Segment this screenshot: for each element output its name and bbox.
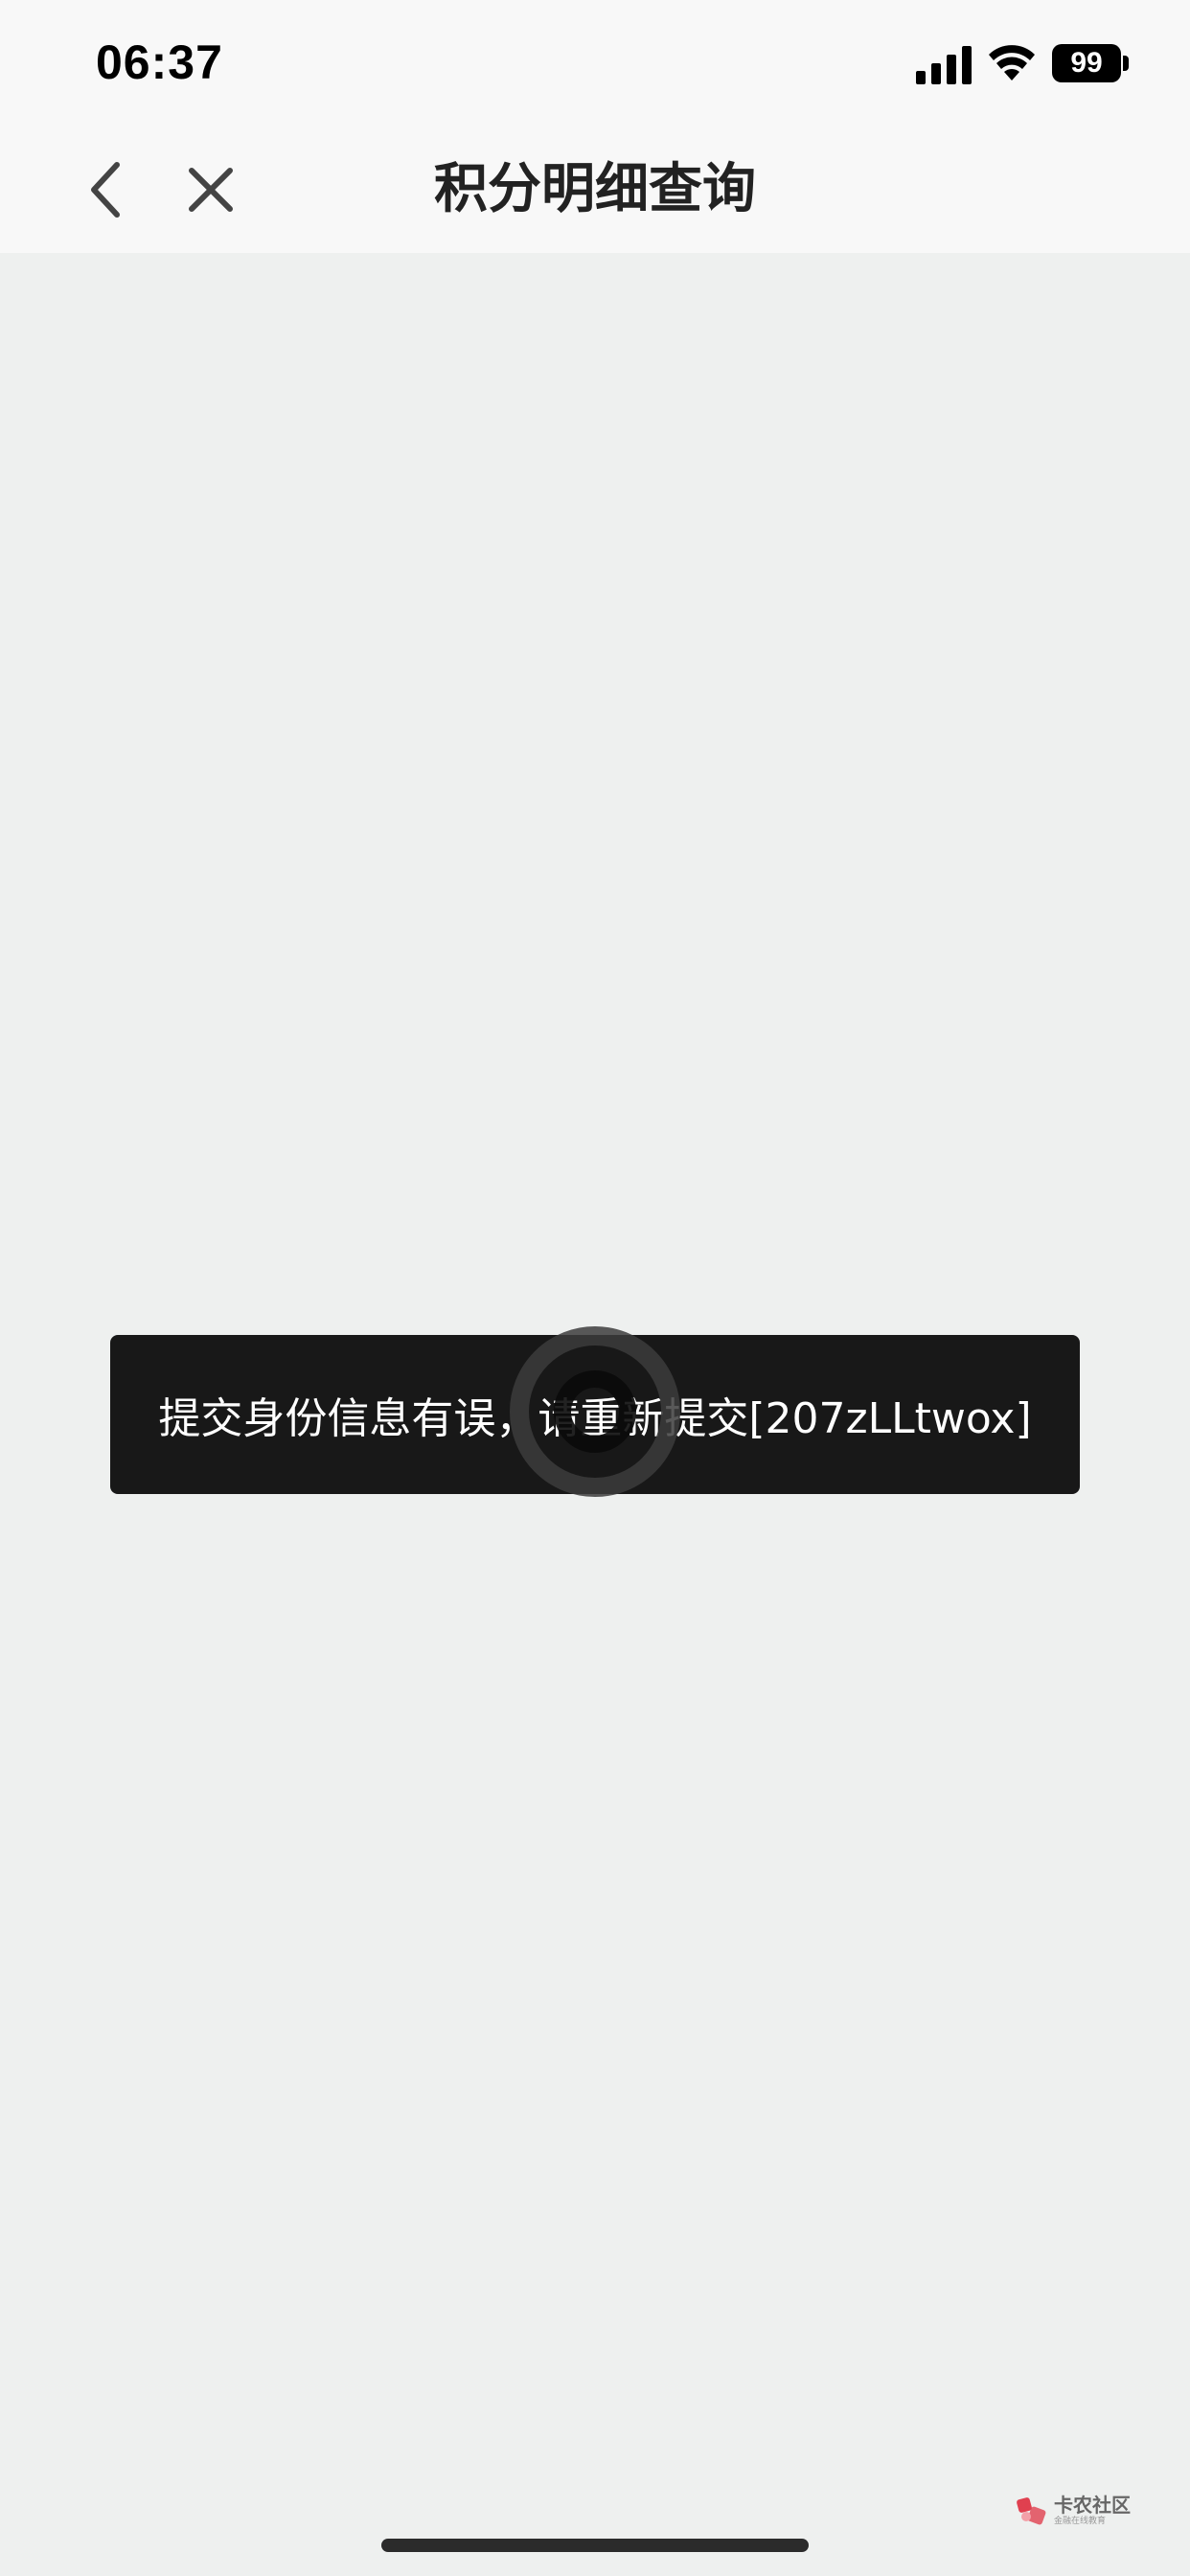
battery-indicator: 99 [1052,44,1129,82]
battery-tip [1123,56,1129,71]
kanong-logo-icon [1017,2497,1046,2525]
error-toast: 提交身份信息有误，请重新提交[207zLLtwox] [110,1335,1080,1494]
watermark-subtitle: 金融在线教育 [1054,2517,1107,2526]
home-indicator[interactable] [381,2539,809,2552]
toast-message: 提交身份信息有误，请重新提交[207zLLtwox] [158,1394,1032,1443]
close-button[interactable] [172,151,249,228]
battery-level: 99 [1052,44,1121,82]
wifi-icon [989,45,1035,80]
status-time: 06:37 [96,35,223,89]
cellular-signal-icon [916,46,972,84]
status-bar: 06:37 99 [0,0,1190,126]
nav-bar: 积分明细查询 [0,126,1190,253]
watermark-name: 卡农社区 [1054,2494,1131,2517]
watermark: 卡农社区 金融在线教育 [1016,2490,1140,2532]
back-button[interactable] [67,151,144,228]
close-icon [189,168,233,212]
chevron-left-icon [91,162,120,218]
watermark-text: 卡农社区 金融在线教育 [1054,2496,1131,2526]
app-screen: 06:37 99 积分明细查询 提交身份信息有误，请重新提交[207zLLtwo… [0,0,1190,2576]
